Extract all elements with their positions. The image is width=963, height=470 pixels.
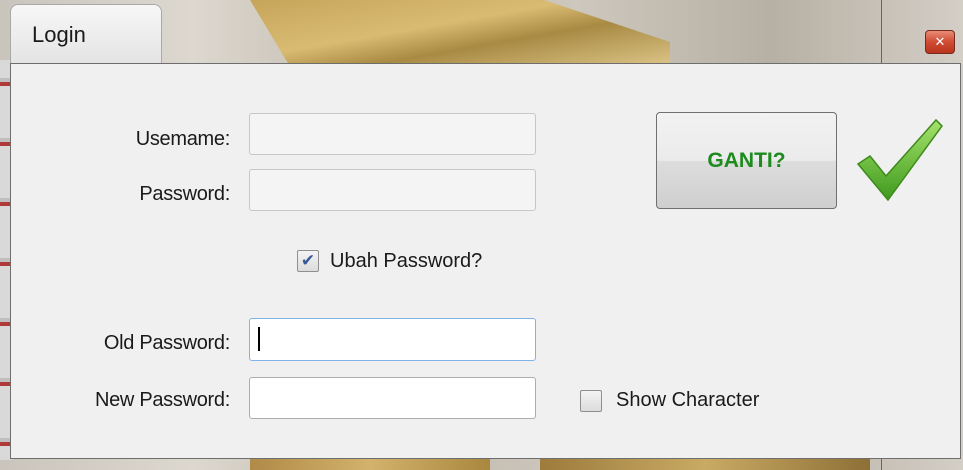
new-password-input[interactable] bbox=[249, 377, 536, 419]
show-character-label: Show Character bbox=[616, 389, 760, 411]
change-password-checkbox[interactable]: ✔ bbox=[297, 250, 319, 272]
title-bar[interactable]: Login ✕ bbox=[0, 0, 963, 64]
frame-divider bbox=[881, 458, 882, 470]
username-label: Usemame: bbox=[135, 128, 231, 150]
window-title: Login bbox=[32, 22, 86, 47]
title-divider bbox=[881, 0, 882, 64]
old-password-input[interactable] bbox=[249, 318, 536, 361]
password-label: Password: bbox=[139, 183, 230, 205]
show-character-checkbox[interactable] bbox=[580, 390, 602, 412]
close-button[interactable]: ✕ bbox=[925, 30, 955, 54]
new-password-label: New Password: bbox=[94, 389, 230, 411]
ganti-button[interactable]: GANTI? bbox=[656, 112, 837, 209]
old-password-label: Old Password: bbox=[103, 332, 230, 354]
password-input[interactable] bbox=[249, 169, 536, 211]
checkmark-icon: ✔ bbox=[300, 250, 316, 271]
login-window: Login ✕ Usemame: Password: GANTI? ✔ Ubah… bbox=[0, 0, 963, 470]
close-icon: ✕ bbox=[934, 34, 946, 50]
username-input[interactable] bbox=[249, 113, 536, 155]
green-checkmark-icon bbox=[856, 118, 943, 202]
text-cursor bbox=[258, 327, 260, 351]
change-password-label: Ubah Password? bbox=[330, 250, 483, 272]
